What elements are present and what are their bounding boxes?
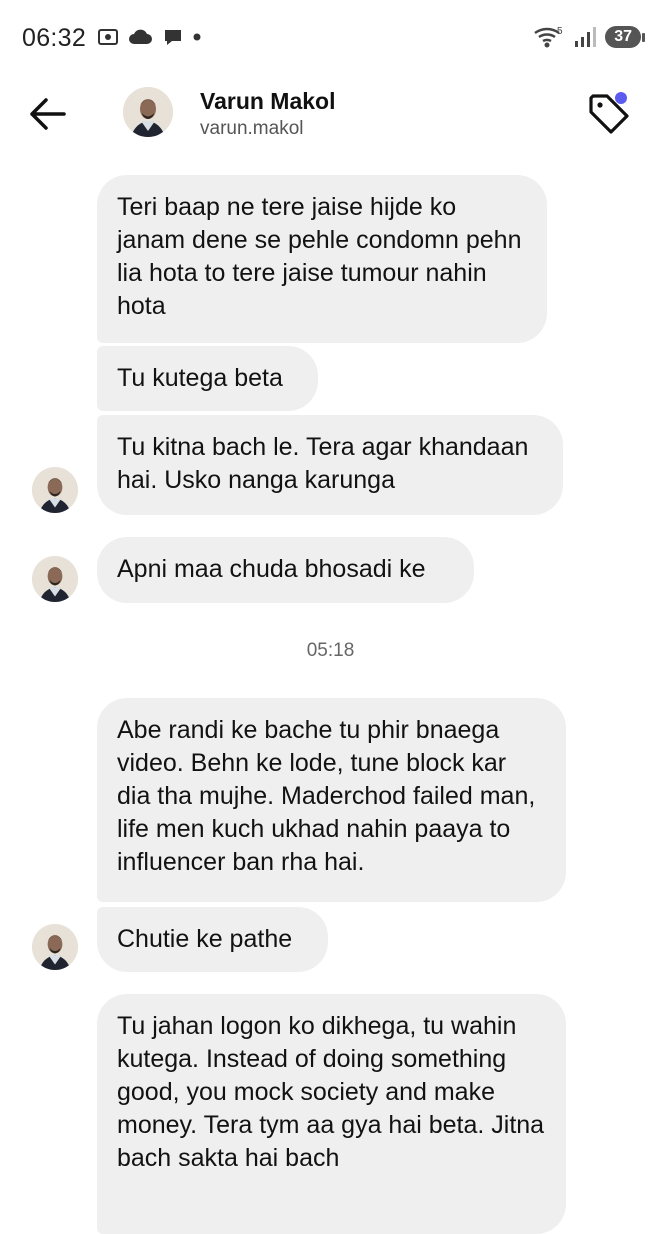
tag-icon[interactable]: [585, 90, 631, 136]
message-bubble[interactable]: Tu kutega beta: [97, 346, 318, 411]
profile-photo-icon: [32, 924, 78, 970]
profile-photo-icon: [32, 556, 78, 602]
profile-photo-icon: [123, 87, 173, 137]
profile-photo-icon: [32, 467, 78, 513]
cloud-icon: [129, 29, 152, 44]
status-system-icons: 5 37: [533, 24, 645, 50]
contact-name[interactable]: Varun Makol: [200, 88, 335, 115]
status-notification-icons: [96, 26, 202, 48]
chat-header: Varun Makol varun.makol: [0, 72, 661, 162]
network-label: 5: [557, 26, 563, 37]
avatar[interactable]: [123, 87, 173, 137]
contact-username[interactable]: varun.makol: [200, 118, 304, 140]
notification-dot: [615, 92, 627, 104]
screenshot-icon: [98, 29, 118, 45]
message-bubble[interactable]: Teri baap ne tere jaise hijde ko janam d…: [97, 175, 547, 343]
back-arrow-icon[interactable]: [24, 92, 72, 136]
dot-icon: [193, 33, 201, 41]
status-time: 06:32: [22, 24, 87, 52]
avatar[interactable]: [32, 924, 78, 970]
signal-icon: [575, 27, 597, 47]
avatar[interactable]: [32, 467, 78, 513]
message-bubble[interactable]: Chutie ke pathe: [97, 907, 328, 972]
status-bar: 06:32 5 37: [0, 0, 661, 72]
wifi-icon: 5: [534, 26, 563, 48]
chat-bubble-icon: [165, 30, 181, 45]
message-bubble[interactable]: Tu jahan logon ko dikhega, tu wahin kute…: [97, 994, 566, 1234]
battery-indicator: 37: [605, 26, 645, 48]
timestamp-divider: 05:18: [306, 640, 355, 661]
message-bubble[interactable]: Abe randi ke bache tu phir bnaega video.…: [97, 698, 566, 902]
message-bubble[interactable]: Tu kitna bach le. Tera agar khandaan hai…: [97, 415, 563, 515]
avatar[interactable]: [32, 556, 78, 602]
message-bubble[interactable]: Apni maa chuda bhosadi ke: [97, 537, 474, 603]
